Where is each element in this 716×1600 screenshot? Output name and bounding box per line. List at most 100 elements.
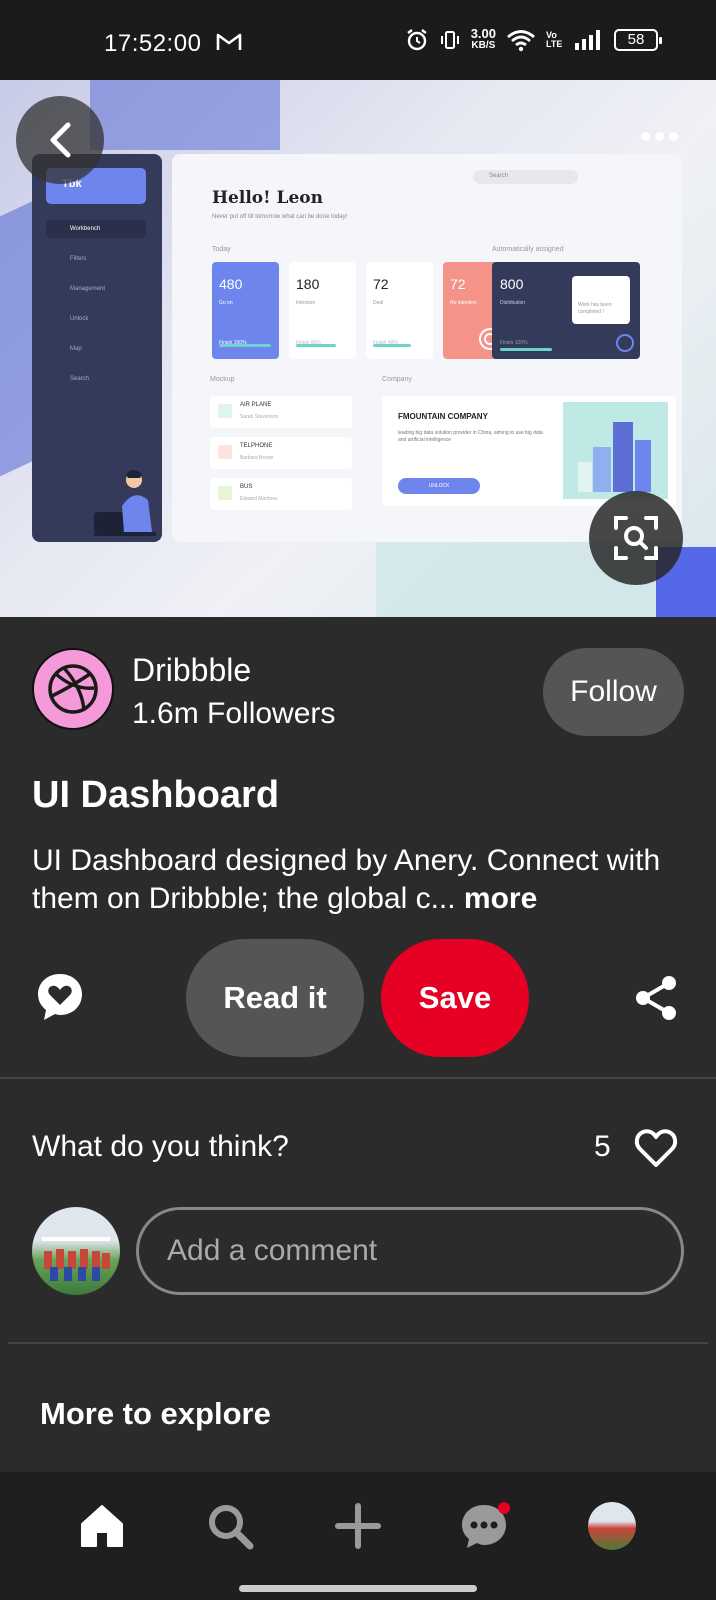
- visual-search-button[interactable]: [589, 491, 683, 585]
- wifi-icon: [507, 30, 535, 52]
- person-illustration: [94, 470, 156, 536]
- pin-image[interactable]: Tbk Workbench Filters Management Unlock …: [0, 80, 716, 617]
- comment-input[interactable]: [136, 1207, 684, 1295]
- bottom-nav: [0, 1472, 716, 1600]
- net-speed: 3.00 KB/S: [470, 26, 496, 52]
- mock-company-label: Company: [382, 376, 412, 383]
- mock-card-bar: [500, 348, 552, 351]
- divider: [0, 1077, 716, 1079]
- user-avatar[interactable]: [32, 1207, 120, 1295]
- heart-outline-icon[interactable]: [634, 1128, 678, 1168]
- city-illustration: [563, 402, 668, 499]
- mock-row-title: BUS: [240, 484, 253, 490]
- nav-create[interactable]: [328, 1496, 388, 1556]
- mock-ring: [616, 334, 634, 352]
- alarm-icon: [406, 29, 427, 51]
- back-arrow-icon: [50, 122, 71, 158]
- pin-description: UI Dashboard designed by Anery. Connect …: [32, 842, 692, 918]
- pin-title: UI Dashboard: [32, 774, 280, 816]
- mock-company-desc: leading big data solution provider in Ch…: [398, 430, 543, 443]
- mock-mockup-label: Mockup: [210, 376, 235, 383]
- mock-bubble: Work has been completed !: [572, 276, 630, 324]
- mock-sidebar-item: Management: [70, 286, 106, 292]
- mock-card-finish: Finish 100%: [500, 340, 528, 346]
- plus-icon: [335, 1503, 381, 1549]
- mock-subtitle: Never put off till tomorrow what can be …: [212, 214, 348, 220]
- profile-avatar: [588, 1502, 636, 1550]
- volte-label: Vo LTE: [546, 30, 563, 49]
- read-it-button[interactable]: Read it: [186, 939, 364, 1057]
- back-button[interactable]: [16, 96, 104, 184]
- notification-dot: [498, 1502, 510, 1514]
- visual-search-icon: [614, 516, 658, 560]
- mock-company-card: FMOUNTAIN COMPANY leading big data solut…: [382, 396, 676, 506]
- screen: 17:52:00 3.00 KB/S Vo LTE 58 Tbk Workben…: [0, 0, 716, 1600]
- mock-greeting: Hello! Leon: [212, 188, 323, 208]
- nav-messages[interactable]: [454, 1496, 514, 1556]
- more-link[interactable]: more: [464, 882, 537, 915]
- nav-home[interactable]: [72, 1496, 132, 1556]
- mock-card-bar: [296, 344, 336, 347]
- mock-card-num: 72: [373, 276, 389, 292]
- search-icon: [209, 1505, 254, 1550]
- mock-card-label: Go on: [219, 300, 233, 306]
- heart-chat-icon[interactable]: [36, 972, 84, 1022]
- more-to-explore-heading: More to explore: [40, 1396, 271, 1431]
- mock-search: Search: [473, 170, 578, 184]
- save-button[interactable]: Save: [381, 939, 529, 1057]
- mock-card: 480 Go on Finish 100%: [212, 262, 279, 359]
- mock-row: TELPHONE Barbara Brown: [210, 437, 352, 469]
- mock-card-num: 180: [296, 276, 320, 292]
- mock-card-bar: [219, 344, 271, 347]
- mock-card-bar: [373, 344, 411, 347]
- mock-card-label: Deal: [373, 300, 384, 306]
- status-icons: 3.00 KB/S Vo LTE 58: [405, 26, 662, 52]
- mock-sidebar-item: Unlock: [70, 316, 89, 322]
- creator-avatar[interactable]: [32, 648, 114, 730]
- mock-dark-card: 800 Distribution Finish 100% Work has be…: [492, 262, 640, 359]
- net-speed-unit: KB/S: [471, 40, 496, 51]
- mock-company-title: FMOUNTAIN COMPANY: [398, 412, 488, 421]
- mock-row-title: TELPHONE: [240, 443, 273, 449]
- bus-icon: [218, 486, 232, 500]
- creator-name[interactable]: Dribbble: [132, 652, 251, 689]
- mock-sidebar: Tbk Workbench Filters Management Unlock …: [32, 154, 162, 542]
- home-icon: [81, 1505, 123, 1547]
- like-count: 5: [594, 1130, 611, 1163]
- battery-indicator: 58: [614, 29, 662, 51]
- mock-row-sub: Barbara Brown: [240, 455, 274, 461]
- mock-today-label: Today: [212, 246, 231, 253]
- net-speed-value: 3.00: [470, 26, 496, 41]
- mock-sidebar-item: Filters: [70, 256, 87, 262]
- vibrate-icon: [440, 31, 459, 49]
- follow-button[interactable]: Follow: [543, 648, 684, 736]
- mock-sidebar-item: Workbench: [70, 226, 101, 232]
- more-dots-icon[interactable]: [641, 132, 678, 141]
- mock-card-num: 72: [450, 276, 466, 292]
- telephone-icon: [218, 445, 232, 459]
- gmail-icon: [216, 33, 242, 50]
- mock-card-label: No intention: [450, 300, 477, 306]
- mock-main-panel: Search Hello! Leon Never put off till to…: [172, 154, 682, 542]
- nav-search[interactable]: [200, 1496, 260, 1556]
- comment-prompt: What do you think?: [32, 1130, 289, 1163]
- mock-card-num: 800: [500, 276, 524, 292]
- mock-row-sub: Sarah Stevenson: [240, 414, 279, 420]
- pin-description-text: UI Dashboard designed by Anery. Connect …: [32, 844, 661, 915]
- divider: [8, 1342, 708, 1344]
- airplane-icon: [218, 404, 232, 418]
- mock-row-sub: Edward Martinez: [240, 496, 278, 502]
- home-indicator[interactable]: [239, 1585, 477, 1592]
- nav-profile[interactable]: [582, 1496, 642, 1556]
- mock-row-title: AIR PLANE: [240, 402, 272, 408]
- mock-sidebar-item: Map: [70, 346, 82, 352]
- mock-card: 180 Intention Finish 80%: [289, 262, 356, 359]
- dashboard-mockup: Tbk Workbench Filters Management Unlock …: [32, 154, 684, 617]
- mock-card: 72 Deal Finish 48%: [366, 262, 433, 359]
- share-icon[interactable]: [634, 975, 678, 1021]
- mock-row: BUS Edward Martinez: [210, 478, 352, 510]
- mock-card-num: 480: [219, 276, 243, 292]
- mock-card-label: Intention: [296, 300, 316, 306]
- signal-icon: [575, 30, 600, 50]
- mock-sidebar-item: Search: [70, 376, 90, 382]
